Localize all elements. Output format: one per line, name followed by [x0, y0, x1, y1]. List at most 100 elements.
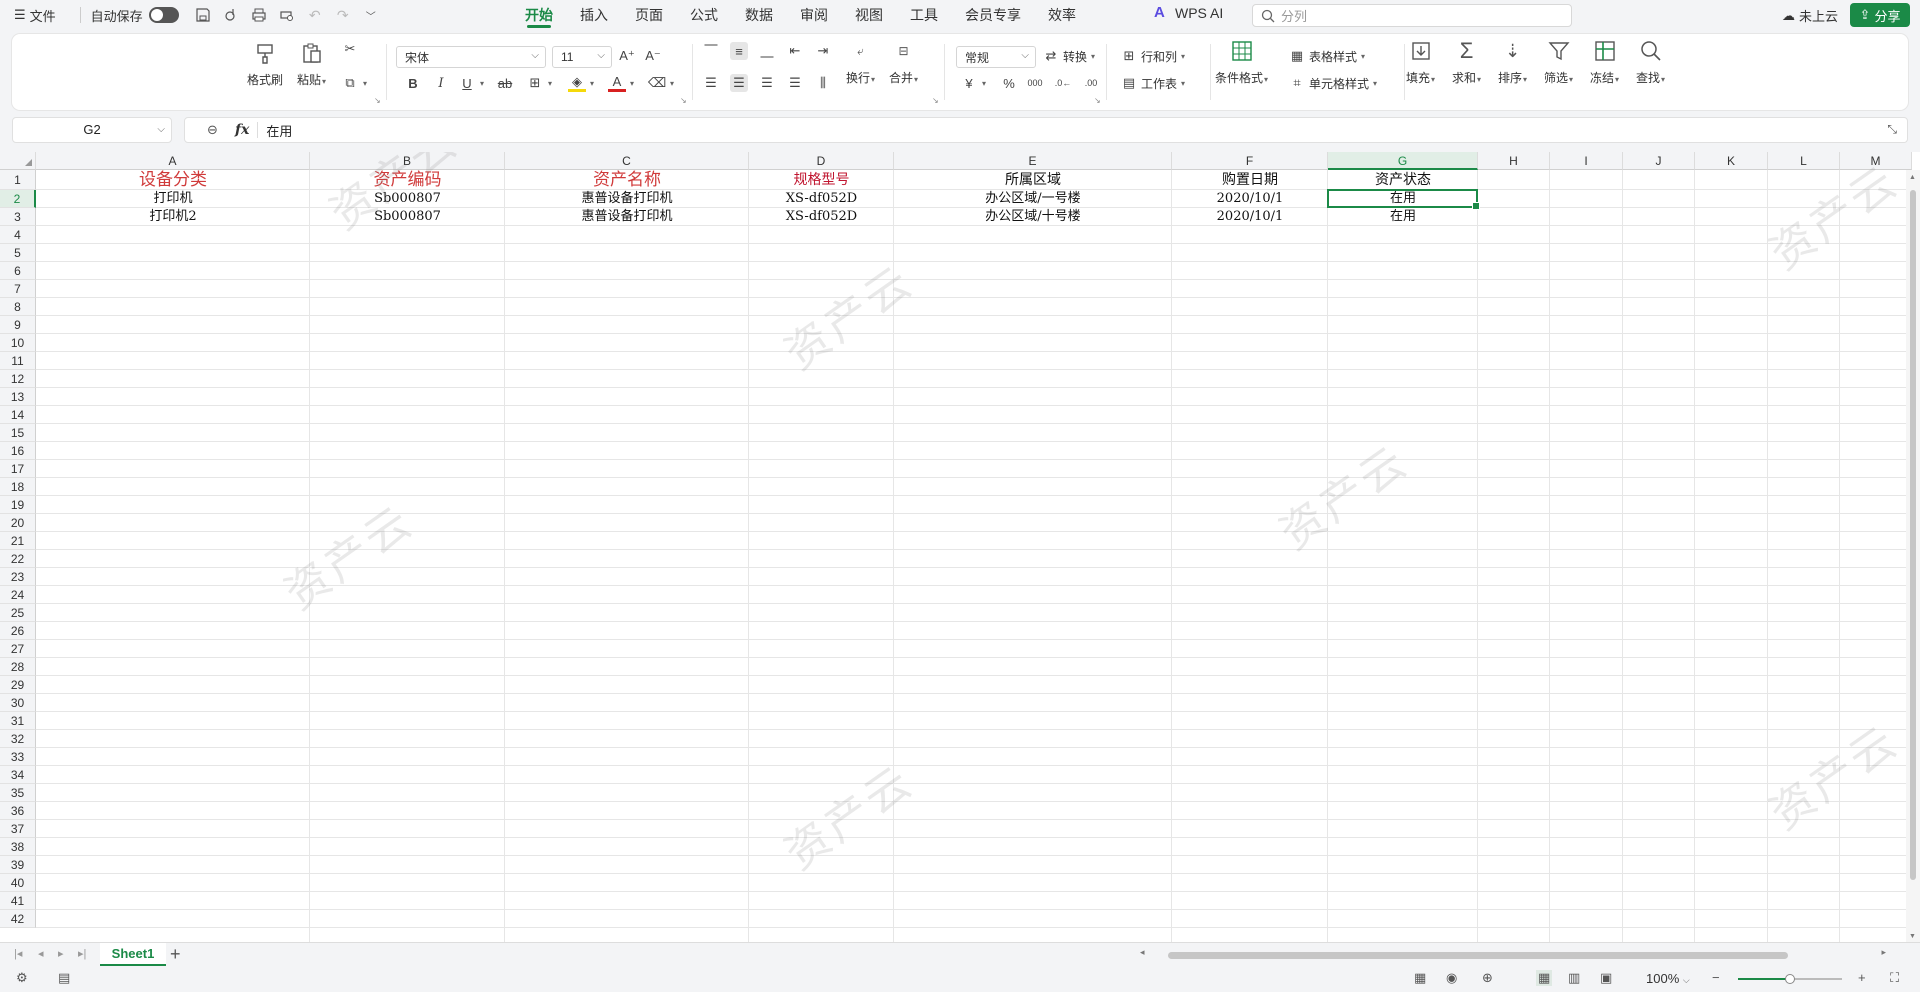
row-header-7[interactable]: 7 — [0, 280, 36, 298]
increase-font-button[interactable]: A⁺ — [618, 47, 636, 65]
header-cell-g[interactable]: 资产状态 — [1328, 170, 1478, 190]
cell-f3[interactable]: 2020/10/1 — [1172, 208, 1328, 226]
row-header-40[interactable]: 40 — [0, 874, 36, 892]
save-icon[interactable] — [193, 5, 213, 25]
format-painter-button[interactable]: 格式刷 — [247, 40, 283, 88]
scroll-left-icon[interactable]: ◂ — [1140, 947, 1145, 958]
distributed-button[interactable]: ⫼ — [814, 74, 832, 92]
cell-e3[interactable]: 办公区域/十号楼 — [894, 208, 1172, 226]
column-header-e[interactable]: E — [894, 152, 1172, 170]
rows-cols-button[interactable]: ⊞ 行和列 ▾ — [1120, 47, 1185, 65]
row-header-38[interactable]: 38 — [0, 838, 36, 856]
column-header-b[interactable]: B — [310, 152, 505, 170]
clipboard-launcher-icon[interactable]: ↘ — [374, 96, 381, 105]
column-header-i[interactable]: I — [1550, 152, 1623, 170]
row-header-16[interactable]: 16 — [0, 442, 36, 460]
fill-button[interactable]: 填充▾ — [1406, 38, 1435, 86]
prev-sheet-icon[interactable]: ◂ — [38, 947, 44, 960]
row-header-4[interactable]: 4 — [0, 226, 36, 244]
clear-format-button[interactable]: ⌫ ▾ — [648, 74, 674, 92]
export-pdf-icon[interactable] — [221, 5, 241, 25]
bold-button[interactable]: B — [404, 74, 422, 92]
row-header-34[interactable]: 34 — [0, 766, 36, 784]
file-menu-button[interactable]: ☰ 文件 — [14, 6, 56, 25]
row-header-30[interactable]: 30 — [0, 694, 36, 712]
font-size-dropdown[interactable]: 11 ⌵ — [552, 46, 612, 68]
autosave-toggle[interactable]: 自动保存 — [91, 6, 179, 25]
header-cell-e[interactable]: 所属区域 — [894, 170, 1172, 190]
row-header-42[interactable]: 42 — [0, 910, 36, 928]
share-button[interactable]: ⇪ 分享 — [1850, 3, 1910, 27]
tab-review[interactable]: 审阅 — [800, 0, 828, 30]
column-header-m[interactable]: M — [1840, 152, 1912, 170]
cell-a3[interactable]: 打印机2 — [36, 208, 310, 226]
row-header-1[interactable]: 1 — [0, 170, 36, 190]
tab-home[interactable]: 开始 — [525, 0, 553, 30]
selected-cell-outline[interactable] — [1327, 189, 1480, 210]
cut-button[interactable]: ✂ — [341, 40, 359, 58]
borders-button[interactable]: ⊞ ▾ — [526, 74, 552, 92]
row-header-33[interactable]: 33 — [0, 748, 36, 766]
row-header-28[interactable]: 28 — [0, 658, 36, 676]
tab-view[interactable]: 视图 — [855, 0, 883, 30]
column-header-h[interactable]: H — [1478, 152, 1550, 170]
cell-g3[interactable]: 在用 — [1328, 208, 1478, 226]
wrap-text-button[interactable]: ⤶ 换行▾ — [846, 38, 875, 86]
fx-icon[interactable]: fx — [235, 122, 249, 138]
decrease-font-button[interactable]: A⁻ — [644, 47, 662, 65]
row-header-22[interactable]: 22 — [0, 550, 36, 568]
find-button[interactable]: 查找▾ — [1636, 38, 1665, 86]
increase-decimal-button[interactable]: .0← — [1054, 74, 1072, 92]
worksheet-button[interactable]: ▤ 工作表 ▾ — [1120, 74, 1185, 92]
sort-button[interactable]: ⇣ 排序▾ — [1498, 38, 1527, 86]
header-cell-d[interactable]: 规格型号 — [749, 170, 894, 190]
header-cell-c[interactable]: 资产名称 — [505, 170, 749, 190]
row-header-11[interactable]: 11 — [0, 352, 36, 370]
row-header-25[interactable]: 25 — [0, 604, 36, 622]
column-header-l[interactable]: L — [1768, 152, 1840, 170]
row-header-14[interactable]: 14 — [0, 406, 36, 424]
document-info-icon[interactable]: ▤ — [58, 970, 70, 986]
print-icon[interactable] — [249, 5, 269, 25]
spreadsheet-grid[interactable]: ABCDEFGHIJKLM 1 2 3 4 5 6 7 8 9 10 11 12 13 14 15 16 17 1… — [0, 152, 1920, 942]
row-header-5[interactable]: 5 — [0, 244, 36, 262]
search-input[interactable]: 分列 — [1252, 4, 1572, 27]
reading-mode-icon[interactable]: ⊕ — [1482, 970, 1493, 986]
row-header-35[interactable]: 35 — [0, 784, 36, 802]
column-header-a[interactable]: A — [36, 152, 310, 170]
cell-d2[interactable]: XS-df052D — [749, 190, 894, 208]
fullscreen-icon[interactable]: ⛶ — [1890, 970, 1899, 986]
vertical-scroll-thumb[interactable] — [1910, 190, 1916, 880]
next-sheet-icon[interactable]: ▸ — [58, 947, 64, 960]
tab-insert[interactable]: 插入 — [580, 0, 608, 30]
percent-button[interactable]: % — [1000, 74, 1018, 92]
cell-e2[interactable]: 办公区域/一号楼 — [894, 190, 1172, 208]
row-header-19[interactable]: 19 — [0, 496, 36, 514]
row-header-15[interactable]: 15 — [0, 424, 36, 442]
tab-efficiency[interactable]: 效率 — [1048, 0, 1076, 30]
undo-icon[interactable]: ↶ — [305, 5, 325, 25]
strikethrough-button[interactable]: ab — [496, 74, 514, 92]
first-sheet-icon[interactable]: |◂ — [14, 947, 22, 960]
scroll-up-icon[interactable]: ▲ — [1909, 174, 1916, 181]
sum-button[interactable]: Σ 求和▾ — [1452, 38, 1481, 86]
font-name-dropdown[interactable]: 宋体 ⌵ — [396, 46, 546, 68]
macro-icon[interactable]: ⚙ — [16, 970, 28, 986]
align-right-button[interactable]: ☰ — [758, 74, 776, 92]
add-sheet-icon[interactable]: + — [170, 944, 181, 964]
number-format-dropdown[interactable]: 常规 ⌵ — [956, 46, 1036, 68]
cell-a2[interactable]: 打印机 — [36, 190, 310, 208]
row-header-36[interactable]: 36 — [0, 802, 36, 820]
print-preview-icon[interactable] — [277, 5, 297, 25]
zoom-formula-icon[interactable]: ⊖ — [207, 122, 223, 138]
header-cell-a[interactable]: 设备分类 — [36, 170, 310, 190]
zoom-slider[interactable] — [1738, 974, 1842, 984]
copy-button[interactable]: ⧉ ▾ — [341, 74, 367, 92]
eye-protection-icon[interactable]: ◉ — [1446, 970, 1457, 986]
row-header-31[interactable]: 31 — [0, 712, 36, 730]
row-header-27[interactable]: 27 — [0, 640, 36, 658]
redo-icon[interactable]: ↷ — [333, 5, 353, 25]
page-break-view-icon[interactable]: ▣ — [1600, 970, 1612, 986]
toggle-switch-icon[interactable] — [148, 7, 179, 23]
row-header-13[interactable]: 13 — [0, 388, 36, 406]
